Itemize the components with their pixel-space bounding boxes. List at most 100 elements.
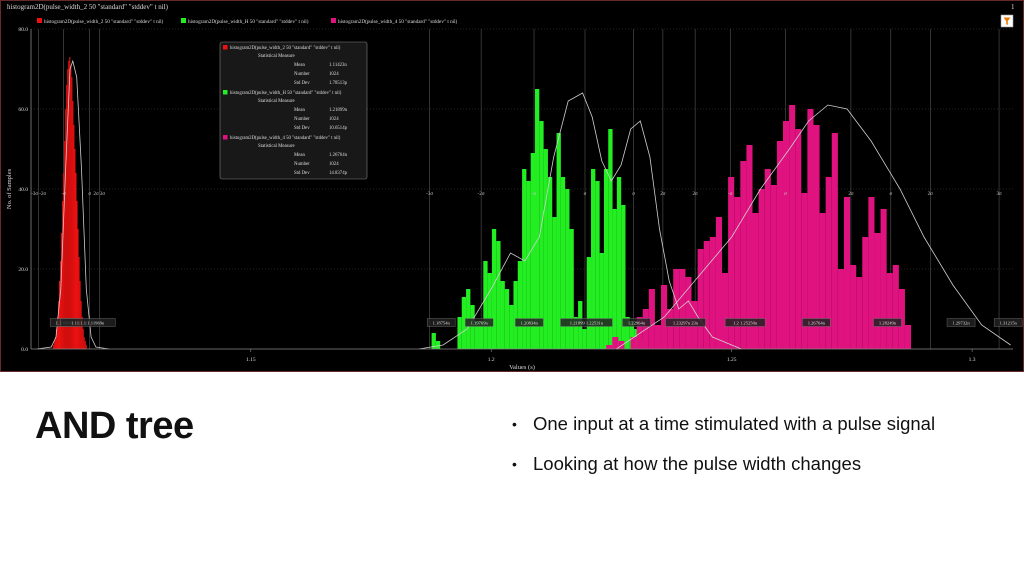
histogram-bar (513, 281, 518, 349)
histogram-bar (83, 337, 85, 349)
y-tick-label: 0.0 (21, 347, 28, 353)
x-tick-label: 1.2 (488, 357, 495, 363)
stats-swatch (223, 90, 228, 95)
histogram-bar (843, 197, 851, 349)
marker-label: 1.18754n (433, 321, 451, 326)
histogram-bar (807, 109, 814, 349)
histogram-bar (77, 229, 79, 349)
legend-label: histogram2D(pulse_width_2 50 "standard" … (44, 18, 164, 25)
x-tick-label: 1.3 (969, 357, 976, 363)
sigma-label: 2σ (848, 192, 854, 197)
histogram-bar (73, 125, 75, 349)
stats-swatch (223, 45, 228, 50)
stats-heading: Statistical Measure (258, 54, 295, 59)
sigma-label: σ (889, 192, 892, 197)
histogram-bar (654, 325, 662, 349)
histogram-bar (880, 209, 887, 349)
sigma-labels: -3σ -2σ -σ σ 2σ 3σ -3σ -2σ -σ σ σ 2σ 2σ -σ σ 2σ σ 2σ 3σ (31, 192, 1002, 197)
legend: histogram2D(pulse_width_2 50 "standard" … (37, 18, 458, 25)
histogram-bar (535, 89, 540, 349)
legend-swatch (181, 18, 186, 23)
histogram-bar (72, 101, 74, 349)
y-tick-label: 60.0 (18, 107, 28, 113)
histogram-bar (612, 209, 617, 349)
histogram-bar (70, 65, 72, 349)
histogram-bar (509, 305, 514, 349)
legend-swatch (37, 18, 42, 23)
sigma-label: 3σ (996, 192, 1002, 197)
stats-row-value: 14.8374p (329, 171, 348, 176)
stats-row-value: 1.26764n (329, 153, 348, 158)
histogram-bar (752, 213, 759, 349)
histogram-bar (517, 261, 523, 349)
y-tick-label: 40.0 (18, 187, 28, 193)
sigma-label: -3σ -2σ (31, 192, 46, 197)
sigma-label: -2σ (478, 192, 485, 197)
histogram-bar (547, 177, 553, 349)
marker-label: 1.11:1.1:1.11969n (71, 321, 105, 326)
histogram-bar (69, 57, 71, 349)
stats-row-value: 1024 (329, 162, 339, 167)
stats-swatch (223, 135, 228, 140)
histogram-bar (616, 177, 622, 349)
histogram-bar (586, 257, 592, 349)
histogram-bar (64, 141, 66, 349)
marker-label: 1.26764n (808, 321, 826, 326)
stats-series-name: histogram2D(pulse_width_2 50 "standard" … (230, 46, 341, 51)
window-title: histogram2D(pulse_width_2 50 "standard" … (7, 3, 169, 11)
histogram-bar (491, 229, 497, 349)
marker-label: 1.29732n (952, 321, 970, 326)
x-axis-label: Values (s) (509, 364, 535, 371)
histogram-bar (709, 237, 716, 349)
slide-title: AND tree (35, 405, 194, 447)
sigma-label: -σ (62, 192, 67, 197)
histogram-bar (65, 109, 67, 349)
histogram-bar (892, 265, 899, 349)
histogram-bar (621, 205, 626, 349)
marker-label: 1.19769n (471, 321, 489, 326)
statistics-box: histogram2D(pulse_width_2 50 "standard" … (219, 41, 368, 180)
histogram-bar (85, 345, 87, 349)
histogram-bar (71, 77, 73, 349)
histogram-bar (52, 345, 54, 349)
filter-funnel-icon[interactable] (1000, 14, 1014, 28)
histogram-bar (569, 229, 574, 349)
stats-row-value: 1024 (329, 117, 339, 122)
histogram-bar (53, 341, 55, 349)
stats-row-value: 1.78513p (329, 81, 348, 86)
histogram-bar (78, 257, 80, 349)
sigma-label: 2σ (928, 192, 934, 197)
bullet-text: Looking at how the pulse width changes (533, 453, 862, 474)
histogram-plot-panel: -3σ -2σ -σ σ 2σ 3σ -3σ -2σ -σ σ σ 2σ 2σ -σ σ 2σ σ 2σ 3σ … (0, 0, 1024, 372)
stats-row-value: 1024 (329, 72, 339, 77)
histogram-bar (435, 341, 441, 349)
legend-label: histogram2D(pulse_width_4 50 "standard" … (338, 18, 458, 25)
marker-label: 1.31215n (1000, 321, 1018, 326)
sigma-label: σ (88, 192, 91, 197)
stats-series-name: histogram2D(pulse_width_4 50 "standard" … (230, 136, 341, 141)
histogram-bar (697, 249, 704, 349)
histogram-bar (679, 269, 686, 349)
stats-row-label: Mean (294, 153, 306, 158)
histogram-bar (599, 253, 604, 349)
bullet-item: • One input at a time stimulated with a p… (510, 410, 935, 450)
histogram-bar (496, 241, 501, 349)
histogram-bar (79, 281, 81, 349)
histogram-bar (487, 273, 492, 349)
histogram-bar (850, 265, 857, 349)
x-tick-label: 1.15 (246, 357, 256, 363)
bullet-dot-icon: • (512, 416, 517, 432)
histogram-bar (82, 329, 84, 349)
histogram-bar (483, 261, 488, 349)
histogram-bar (76, 201, 78, 349)
sigma-label: -3σ (426, 192, 433, 197)
histogram-bar (667, 309, 674, 349)
histogram-bar (504, 289, 510, 349)
stats-row-label: Std Dev (294, 81, 310, 86)
y-tick-label: 80.0 (18, 27, 28, 33)
marker-labels: 1.10888n1.11:1.1:1.11969n1.18754n1.19769… (49, 318, 1023, 327)
corner-label: 1 (1011, 3, 1015, 11)
stats-series-name: histogram2D(pulse_width_H 50 "standard" … (230, 91, 342, 96)
sigma-label: σ (784, 192, 787, 197)
histogram-bar (837, 269, 844, 349)
